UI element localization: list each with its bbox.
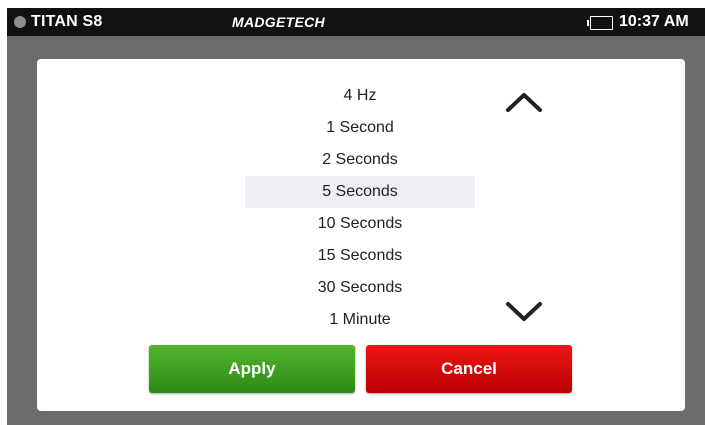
device-name: TITAN S8 xyxy=(31,13,103,30)
brand-logo: MADGETECH xyxy=(232,14,325,30)
scroll-up-button[interactable] xyxy=(499,85,549,119)
apply-button[interactable]: Apply xyxy=(149,345,355,393)
scroll-down-button[interactable] xyxy=(499,295,549,329)
status-bar: TITAN S8 MADGETECH 10:37 AM xyxy=(7,8,705,36)
option-item[interactable]: 2 Seconds xyxy=(245,144,475,176)
interval-picker-dialog: 4 Hz 1 Second 2 Seconds 5 Seconds 10 Sec… xyxy=(37,59,685,411)
option-item[interactable]: 15 Seconds xyxy=(245,240,475,272)
chevron-up-icon xyxy=(506,93,542,112)
option-item[interactable]: 30 Seconds xyxy=(245,272,475,304)
clock: 10:37 AM xyxy=(619,13,689,30)
device-screen: TITAN S8 MADGETECH 10:37 AM 4 Hz 1 Secon… xyxy=(7,8,705,425)
option-item[interactable]: 1 Second xyxy=(245,112,475,144)
option-item[interactable]: 4 Hz xyxy=(245,80,475,112)
cancel-button[interactable]: Cancel xyxy=(366,345,572,393)
option-item-selected[interactable]: 5 Seconds xyxy=(245,176,475,208)
option-item[interactable]: 1 Minute xyxy=(245,304,475,336)
option-item[interactable]: 10 Seconds xyxy=(245,208,475,240)
status-indicator-icon xyxy=(14,16,26,28)
battery-icon xyxy=(587,16,613,30)
interval-option-list[interactable]: 4 Hz 1 Second 2 Seconds 5 Seconds 10 Sec… xyxy=(245,80,475,336)
chevron-down-icon xyxy=(506,302,542,321)
